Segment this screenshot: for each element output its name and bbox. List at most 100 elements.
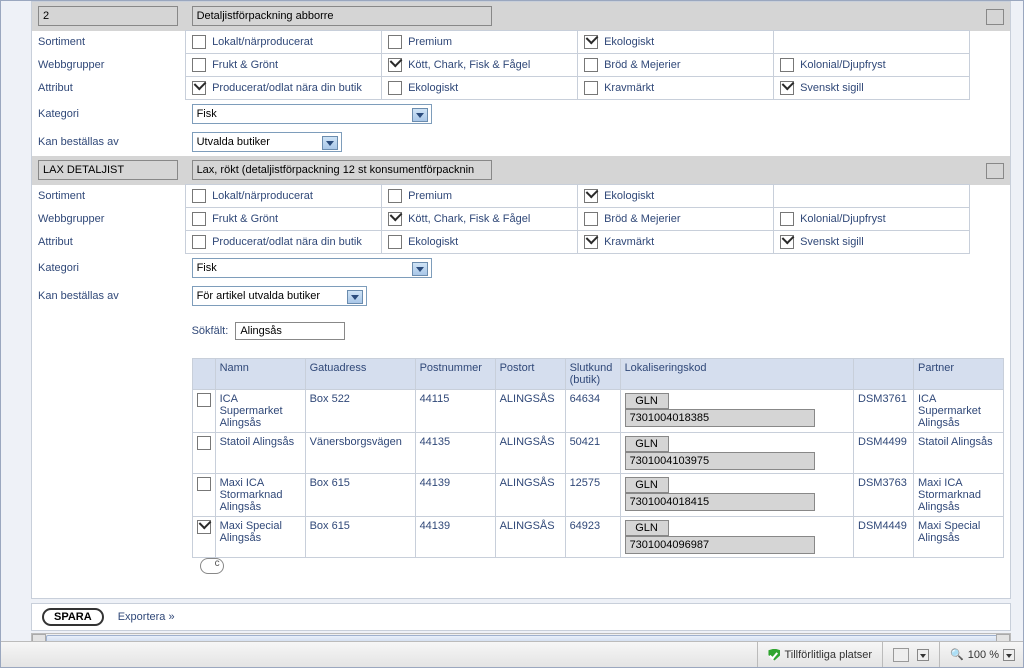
- cb2-producerat[interactable]: [192, 235, 206, 249]
- attribut-label: Attribut: [32, 77, 186, 100]
- kanbest2-label: Kan beställas av: [32, 282, 186, 310]
- cell-postort: ALINGSÅS: [495, 517, 565, 558]
- cb-kolonial[interactable]: [780, 58, 794, 72]
- action-bar: SPARA Exportera »: [31, 603, 1011, 631]
- cell-partner-code: DSM3763: [854, 474, 914, 517]
- gln-button[interactable]: GLN: [625, 436, 669, 452]
- kanbest2-select[interactable]: För artikel utvalda butiker: [192, 286, 367, 306]
- gln-input[interactable]: [625, 536, 815, 554]
- zoom-dropdown-icon[interactable]: [1003, 649, 1015, 661]
- cell-postort: ALINGSÅS: [495, 390, 565, 433]
- kategori-value: Fisk: [197, 108, 217, 120]
- cb2-premium[interactable]: [388, 189, 402, 203]
- lbl-krav: Kravmärkt: [604, 82, 654, 94]
- zoom-control[interactable]: 🔍 100 %: [939, 642, 1024, 667]
- cb2-ekologiskt[interactable]: [584, 189, 598, 203]
- row-checkbox[interactable]: [197, 393, 211, 407]
- export-link[interactable]: Exportera »: [118, 611, 175, 623]
- cb-premium[interactable]: [388, 35, 402, 49]
- lbl-sigill: Svenskt sigill: [800, 82, 864, 94]
- table-row: ICA Supermarket AlingsåsBox 52244115ALIN…: [192, 390, 1003, 433]
- trusted-sites[interactable]: Tillförlitliga platser: [757, 642, 882, 667]
- cell-postnr: 44115: [415, 390, 495, 433]
- cell-partner-code: DSM4449: [854, 517, 914, 558]
- th-postort[interactable]: Postort: [495, 359, 565, 390]
- cb-sigill[interactable]: [780, 81, 794, 95]
- cb2-krav[interactable]: [584, 235, 598, 249]
- cb-krav[interactable]: [584, 81, 598, 95]
- th-postnr[interactable]: Postnummer: [415, 359, 495, 390]
- cb-brod[interactable]: [584, 58, 598, 72]
- lbl-premium: Premium: [408, 36, 452, 48]
- row-checkbox[interactable]: [197, 477, 211, 491]
- section2-id-input[interactable]: [38, 160, 178, 180]
- cb2-kott[interactable]: [388, 212, 402, 226]
- th-partner[interactable]: Partner: [914, 359, 1004, 390]
- kategori2-select[interactable]: Fisk: [192, 258, 432, 278]
- section2-hdr-checkbox[interactable]: [986, 163, 1004, 179]
- lbl2-premium: Premium: [408, 190, 452, 202]
- cell-gata: Box 615: [305, 517, 415, 558]
- kanbest-label: Kan beställas av: [32, 128, 186, 156]
- th-namn[interactable]: Namn: [215, 359, 305, 390]
- kanbest-select[interactable]: Utvalda butiker: [192, 132, 342, 152]
- cell-partner: Maxi ICA Stormarknad Alingsås: [914, 474, 1004, 517]
- cb2-brod[interactable]: [584, 212, 598, 226]
- gln-button[interactable]: GLN: [625, 520, 669, 536]
- gln-button[interactable]: GLN: [625, 477, 669, 493]
- th-slutkund[interactable]: Slutkund (butik): [565, 359, 620, 390]
- gln-input[interactable]: [625, 409, 815, 427]
- row-checkbox[interactable]: [197, 436, 211, 450]
- cb-producerat[interactable]: [192, 81, 206, 95]
- cb-attr-eko[interactable]: [388, 81, 402, 95]
- kanbest-value: Utvalda butiker: [197, 136, 270, 148]
- lbl2-kolonial: Kolonial/Djupfryst: [800, 213, 886, 225]
- cb-lokalt[interactable]: [192, 35, 206, 49]
- protected-mode[interactable]: [882, 642, 939, 667]
- kategori-select[interactable]: Fisk: [192, 104, 432, 124]
- cell-partner: Statoil Alingsås: [914, 433, 1004, 474]
- th-gata[interactable]: Gatuadress: [305, 359, 415, 390]
- cb-ekologiskt[interactable]: [584, 35, 598, 49]
- lbl2-kott: Kött, Chark, Fisk & Fågel: [408, 213, 530, 225]
- cell-namn: ICA Supermarket Alingsås: [215, 390, 305, 433]
- row-checkbox[interactable]: [197, 520, 211, 534]
- cb2-lokalt[interactable]: [192, 189, 206, 203]
- table-row: Maxi ICA Stormarknad AlingsåsBox 6154413…: [192, 474, 1003, 517]
- trusted-sites-label: Tillförlitliga platser: [784, 649, 872, 661]
- dropdown-icon[interactable]: [917, 649, 929, 661]
- section2-title-input[interactable]: [192, 160, 492, 180]
- scroll-toggle-icon[interactable]: [200, 558, 224, 574]
- cell-postnr: 44139: [415, 517, 495, 558]
- cell-partner-code: DSM4499: [854, 433, 914, 474]
- cb2-attr-eko[interactable]: [388, 235, 402, 249]
- cell-postnr: 44139: [415, 474, 495, 517]
- lbl2-attr-eko: Ekologiskt: [408, 236, 458, 248]
- th-lokkod[interactable]: Lokaliseringskod: [620, 359, 853, 390]
- gln-button[interactable]: GLN: [625, 393, 669, 409]
- gln-input[interactable]: [625, 493, 815, 511]
- kategori-label: Kategori: [32, 100, 186, 129]
- cb-kott[interactable]: [388, 58, 402, 72]
- kategori2-label: Kategori: [32, 254, 186, 283]
- lbl-brod: Bröd & Mejerier: [604, 59, 680, 71]
- cell-postnr: 44135: [415, 433, 495, 474]
- main-content: Sortiment Lokalt/närproducerat Premium E…: [31, 1, 1011, 599]
- lbl-frukt: Frukt & Grönt: [212, 59, 278, 71]
- section1-id-input[interactable]: [38, 6, 178, 26]
- search-input[interactable]: [235, 322, 345, 340]
- cell-postort: ALINGSÅS: [495, 433, 565, 474]
- section1-hdr-checkbox[interactable]: [986, 9, 1004, 25]
- security-icon: [893, 648, 909, 662]
- gln-input[interactable]: [625, 452, 815, 470]
- cell-slutkund: 12575: [565, 474, 620, 517]
- kanbest2-value: För artikel utvalda butiker: [197, 290, 321, 302]
- cb2-sigill[interactable]: [780, 235, 794, 249]
- cell-namn: Maxi Special Alingsås: [215, 517, 305, 558]
- cb2-frukt[interactable]: [192, 212, 206, 226]
- cb2-kolonial[interactable]: [780, 212, 794, 226]
- cb-frukt[interactable]: [192, 58, 206, 72]
- save-button[interactable]: SPARA: [42, 608, 104, 626]
- section1-title-input[interactable]: [192, 6, 492, 26]
- table-row: Maxi Special AlingsåsBox 61544139ALINGSÅ…: [192, 517, 1003, 558]
